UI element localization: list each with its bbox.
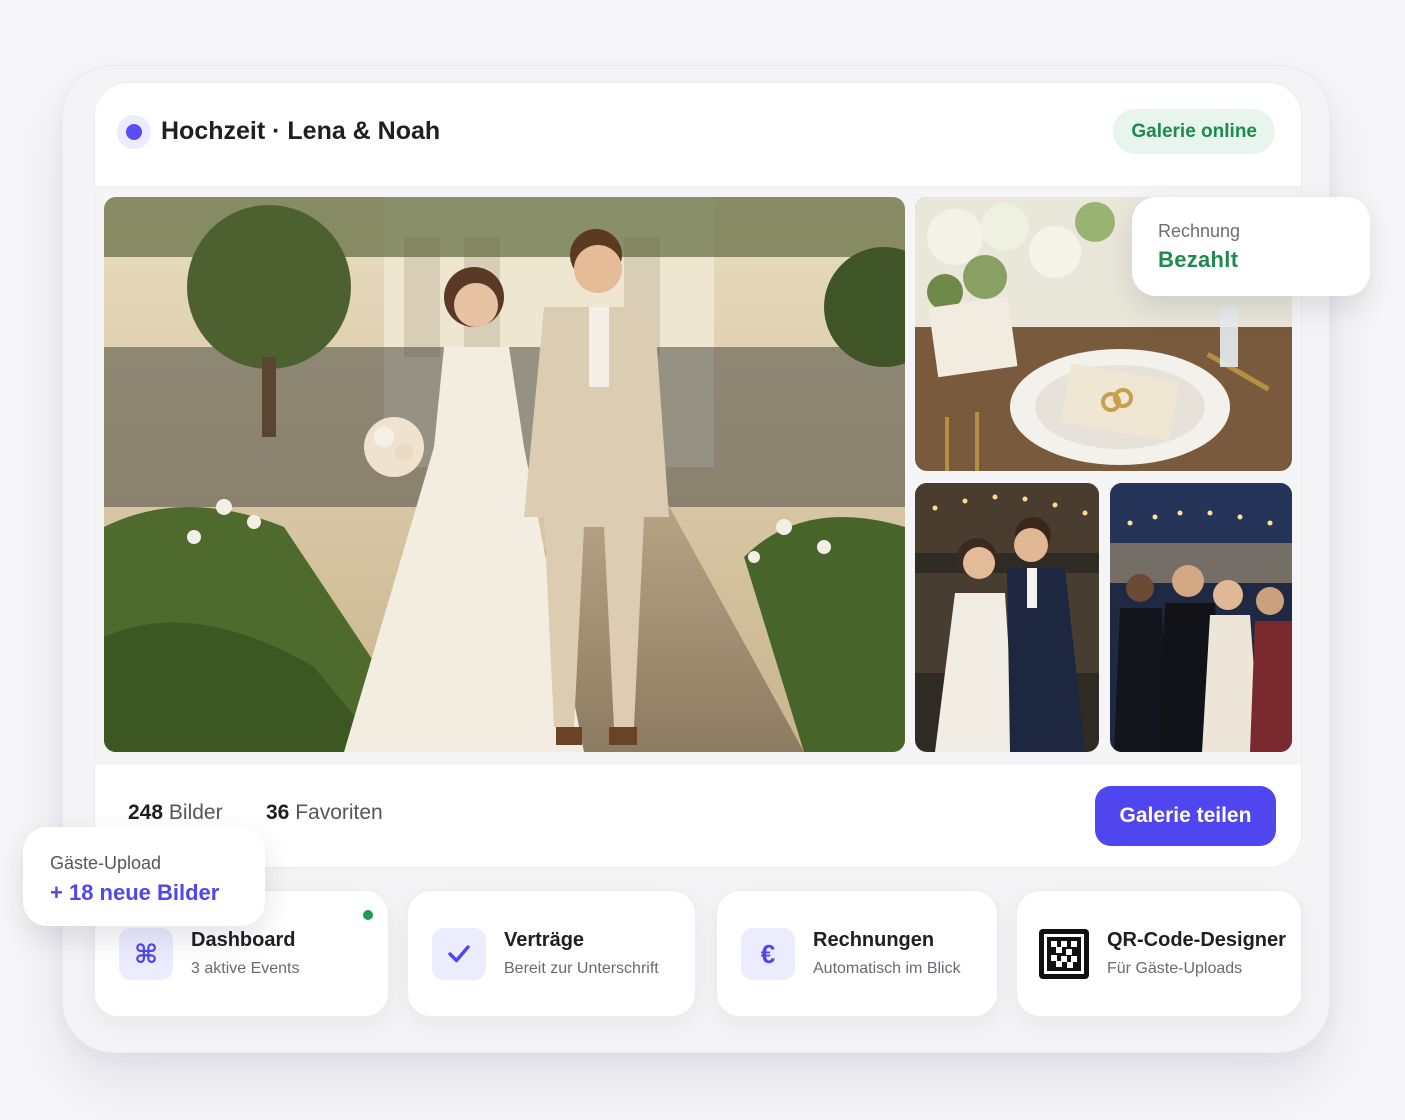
photo-first-dance[interactable] — [915, 483, 1099, 752]
tile-title: Dashboard — [191, 929, 296, 951]
tile-title: QR-Code-Designer — [1107, 929, 1286, 951]
gallery-status-badge: Galerie online — [1113, 109, 1275, 154]
favorites-count-label: Favoriten — [295, 801, 383, 824]
invoice-status-value: Bezahlt — [1158, 247, 1239, 272]
invoice-status-card: Rechnung Bezahlt — [1132, 197, 1370, 296]
guest-upload-card[interactable]: Gäste-Upload + 18 neue Bilder — [23, 827, 265, 926]
favorites-count-value: 36 — [266, 801, 290, 824]
gallery-footer: 248 Bilder 36 Favoriten Galerie teilen — [95, 765, 1301, 867]
guest-upload-value: + 18 neue Bilder — [50, 880, 220, 905]
check-icon — [432, 928, 486, 980]
tile-title: Rechnungen — [813, 929, 935, 951]
image-count-value: 248 — [128, 801, 164, 824]
gallery-title: Hochzeit · Lena & Noah — [161, 117, 441, 145]
qr-code-icon — [1039, 929, 1089, 979]
tile-qr-designer[interactable]: QR-Code-Designer Für Gäste-Uploads — [1016, 890, 1302, 1017]
photo-main-couple[interactable] — [104, 197, 905, 752]
favorites-count: 36 Favoriten — [266, 801, 383, 825]
photo-party-guests[interactable] — [1110, 483, 1292, 752]
share-gallery-button[interactable]: Galerie teilen — [1095, 786, 1276, 846]
euro-icon: € — [741, 928, 795, 980]
app-stage: Hochzeit · Lena & Noah Galerie online 24… — [0, 0, 1405, 1120]
invoice-label: Rechnung — [1158, 221, 1241, 241]
image-count-label: Bilder — [168, 801, 223, 824]
tile-title: Verträge — [504, 929, 585, 951]
tile-contracts[interactable]: Verträge Bereit zur Unterschrift — [407, 890, 696, 1017]
command-icon: ⌘ — [119, 928, 173, 980]
tile-subtitle: Bereit zur Unterschrift — [504, 960, 659, 977]
tile-subtitle: Automatisch im Blick — [813, 960, 961, 977]
event-indicator-icon — [117, 115, 151, 149]
tile-subtitle: 3 aktive Events — [191, 960, 300, 977]
gallery-header: Hochzeit · Lena & Noah Galerie online — [95, 83, 1301, 187]
tile-invoices[interactable]: € Rechnungen Automatisch im Blick — [716, 890, 998, 1017]
tile-subtitle: Für Gäste-Uploads — [1107, 960, 1243, 977]
image-count: 248 Bilder — [128, 801, 223, 825]
photo-grid — [95, 187, 1301, 765]
guest-upload-label: Gäste-Upload — [50, 853, 162, 873]
gallery-card: Hochzeit · Lena & Noah Galerie online 24… — [94, 82, 1302, 868]
live-status-dot — [363, 910, 373, 920]
